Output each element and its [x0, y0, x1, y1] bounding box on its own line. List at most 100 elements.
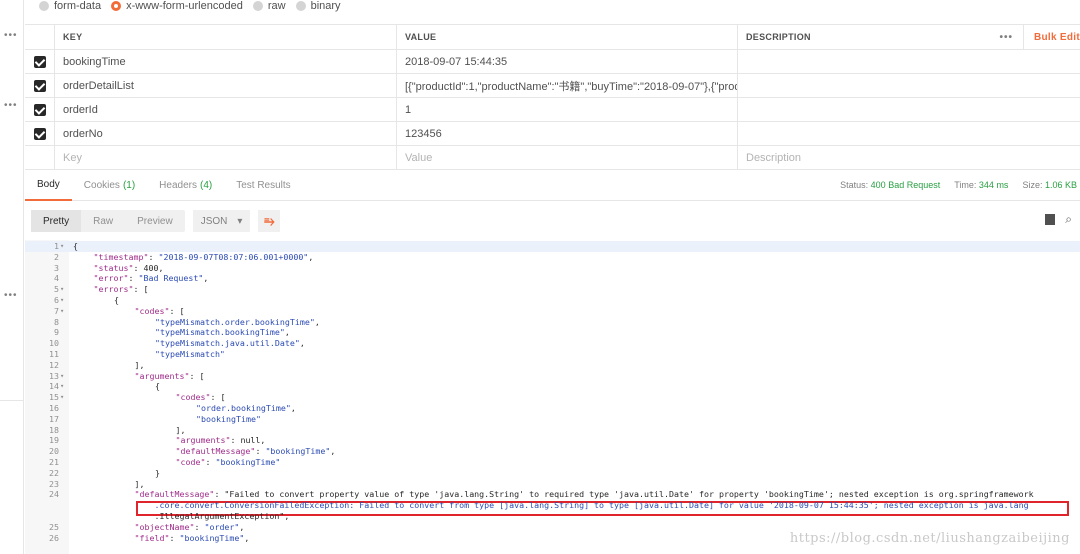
tab-count: (4): [199, 180, 213, 191]
code-text: "typeMismatch": [155, 349, 225, 359]
line-number: 16: [49, 403, 59, 413]
request-panel: form-data x-www-form-urlencoded raw binary …: [25, 0, 1080, 554]
row-key[interactable]: bookingTime: [55, 50, 397, 73]
code-text: ],: [134, 478, 145, 489]
row-description[interactable]: [738, 122, 1080, 145]
sidebar-more-icon[interactable]: •••: [4, 100, 18, 111]
row-key[interactable]: orderDetailList: [55, 74, 397, 97]
fold-arrow-icon[interactable]: ▾: [60, 295, 64, 306]
code-text: ],: [134, 359, 145, 370]
sidebar-divider: [0, 400, 24, 401]
line-number: 17: [49, 413, 59, 424]
status-value[interactable]: 400 Bad Request: [871, 180, 941, 190]
fold-arrow-icon[interactable]: ▾: [60, 371, 64, 382]
code-line: 21 "code": "bookingTime": [25, 457, 1080, 468]
response-tab-list: Body Cookies (1) Headers (4) Test Results: [25, 171, 303, 201]
code-line: 2 "timestamp": "2018-09-07T08:07:06.001+0…: [25, 252, 1080, 263]
row-description[interactable]: [738, 98, 1080, 121]
code-line: 4 "error": "Bad Request",: [25, 273, 1080, 284]
header-description-label: DESCRIPTION: [746, 32, 811, 42]
row-value[interactable]: 2018-09-07 15:44:35: [397, 50, 738, 73]
more-options-icon[interactable]: •••: [989, 25, 1024, 49]
tab-test-results[interactable]: Test Results: [224, 171, 302, 201]
code-text: "codes": [: [175, 392, 226, 403]
line-number: 9: [54, 327, 59, 338]
header-key: KEY: [55, 25, 397, 49]
line-number: 22: [49, 467, 59, 478]
body-type-label: x-www-form-urlencoded: [126, 0, 243, 12]
body-type-option[interactable]: binary: [295, 0, 341, 12]
checkbox-checked-icon[interactable]: [33, 127, 46, 140]
time-value[interactable]: 344 ms: [979, 180, 1009, 190]
checkbox-checked-icon[interactable]: [33, 79, 46, 92]
code-text: "status": 400,: [93, 262, 164, 273]
checkbox-checked-icon[interactable]: [33, 55, 46, 68]
code-line: 26 "field": "bookingTime",: [25, 533, 1080, 544]
search-icon[interactable]: ⌕: [1065, 212, 1072, 227]
params-new-row: Key Value Description: [25, 146, 1080, 170]
row-key[interactable]: orderId: [55, 98, 397, 121]
code-text: "objectName": "order",: [134, 521, 245, 532]
radio-icon[interactable]: [295, 1, 306, 11]
format-raw[interactable]: Raw: [81, 210, 125, 232]
code-line: 19 "arguments": null,: [25, 435, 1080, 446]
code-text: "code": "bookingTime": [175, 457, 281, 467]
format-select[interactable]: JSON ▾: [192, 210, 251, 232]
size-value[interactable]: 1.06 KB: [1045, 180, 1077, 190]
tab-body[interactable]: Body: [25, 171, 72, 201]
code-text: "timestamp": "2018-09-07T08:07:06.001+00…: [93, 251, 314, 262]
body-type-label: raw: [267, 0, 286, 12]
row-value[interactable]: [{"productId":1,"productName":"书籍","buyT…: [397, 74, 738, 97]
table-row: bookingTime 2018-09-07 15:44:35: [25, 50, 1080, 74]
fold-arrow-icon[interactable]: ▾: [60, 241, 64, 252]
line-number: 3: [54, 262, 59, 273]
fold-arrow-icon[interactable]: ▾: [60, 306, 64, 317]
new-value-input[interactable]: Value: [397, 146, 738, 169]
code-line: 1 ▾ {: [25, 241, 1080, 252]
code-text: }: [155, 467, 160, 478]
row-check-cell: [25, 122, 55, 145]
response-status: Status: 400 Bad Request Time: 344 ms Siz…: [840, 171, 1077, 199]
row-value[interactable]: 123456: [397, 122, 738, 145]
body-type-option[interactable]: x-www-form-urlencoded: [111, 0, 243, 12]
line-number: 24: [49, 489, 59, 500]
code-text: "field": "bookingTime",: [134, 532, 250, 543]
line-number: 15: [49, 392, 59, 403]
tab-headers[interactable]: Headers (4): [147, 171, 224, 201]
copy-icon[interactable]: [1045, 214, 1056, 225]
code-line: 23],: [25, 479, 1080, 490]
bulk-edit-link[interactable]: Bulk Edit: [1024, 32, 1080, 43]
format-preview[interactable]: Preview: [125, 210, 185, 232]
format-pretty[interactable]: Pretty: [31, 210, 82, 232]
tab-label: Body: [37, 179, 60, 190]
row-description[interactable]: [738, 50, 1080, 73]
fold-arrow-icon[interactable]: ▾: [60, 392, 64, 403]
tab-cookies[interactable]: Cookies (1): [72, 171, 147, 201]
line-number: 14: [49, 381, 59, 392]
new-description-input[interactable]: Description: [738, 146, 1080, 169]
format-select-value: JSON: [200, 215, 228, 227]
line-number: 26: [49, 532, 59, 543]
radio-icon[interactable]: [252, 1, 263, 11]
sidebar-more-icon[interactable]: •••: [4, 30, 18, 41]
body-type-option[interactable]: raw: [252, 0, 286, 12]
radio-icon[interactable]: [39, 1, 49, 11]
wrap-lines-icon[interactable]: ⥱: [258, 210, 281, 232]
code-line: 17 "bookingTime": [25, 414, 1080, 425]
code-text: "typeMismatch.java.util.Date",: [155, 338, 305, 349]
response-code-editor[interactable]: https://blog.csdn.net/liushangzaibeijing…: [25, 240, 1080, 554]
row-key[interactable]: orderNo: [55, 122, 397, 145]
body-type-option[interactable]: form-data: [39, 0, 101, 12]
row-description[interactable]: [738, 74, 1080, 97]
line-number: 19: [49, 435, 59, 446]
params-table-header: KEY VALUE DESCRIPTION ••• Bulk Edit: [25, 25, 1080, 50]
row-check-cell: [25, 50, 55, 73]
code-line: 8 "typeMismatch.order.bookingTime",: [25, 317, 1080, 328]
new-key-input[interactable]: Key: [55, 146, 397, 169]
fold-arrow-icon[interactable]: ▾: [60, 381, 64, 392]
sidebar-more-icon[interactable]: •••: [4, 290, 18, 301]
radio-selected-icon[interactable]: [111, 1, 122, 11]
row-value[interactable]: 1: [397, 98, 738, 121]
fold-arrow-icon[interactable]: ▾: [60, 284, 64, 295]
checkbox-checked-icon[interactable]: [33, 103, 46, 116]
